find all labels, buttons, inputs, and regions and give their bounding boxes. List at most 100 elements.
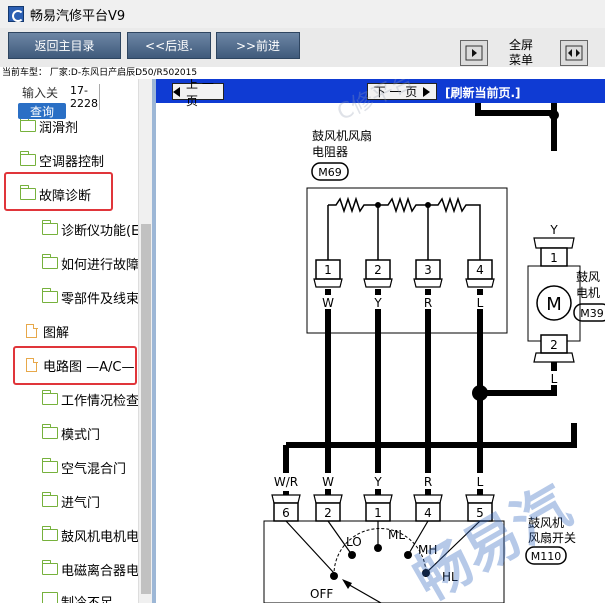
motor-connector-label: M39 xyxy=(580,307,604,320)
resistor-pin-1: 1 xyxy=(324,263,332,277)
wire-color-label: W xyxy=(322,296,334,310)
resistor-pin-3: 3 xyxy=(424,263,432,277)
folder-icon xyxy=(41,424,58,439)
folder-icon xyxy=(41,288,58,303)
tree-item-intake-door[interactable]: 进气门 xyxy=(41,490,101,512)
switch-wiper-arrow xyxy=(342,579,352,589)
switch-pin-6: 6 xyxy=(282,506,290,520)
tree-item-label: 空气混合门 xyxy=(61,461,127,477)
motor-pin-top: 1 xyxy=(550,251,558,265)
tree-item-blower-motor[interactable]: 鼓风机电机电 xyxy=(41,524,140,546)
forward-button[interactable]: >>前进 xyxy=(216,32,300,59)
top-wire xyxy=(475,103,557,116)
tree-item-label: 如何进行故障 xyxy=(61,257,140,273)
folder-icon xyxy=(41,458,58,473)
resistor-coils xyxy=(327,196,481,248)
resistor-pins xyxy=(313,259,495,288)
resistor-leads xyxy=(327,248,481,260)
tree-item-label: 制冷不足 xyxy=(61,592,113,603)
motor-return-wire xyxy=(480,362,557,396)
tree-item-label: 润滑剂 xyxy=(39,120,79,134)
tree-item-insufficient-cooling[interactable]: 制冷不足 xyxy=(42,592,113,603)
tree-item-label: 电磁离合器电 xyxy=(61,563,140,579)
tree-item-label: 零部件及线束 xyxy=(61,291,140,307)
motor-return-wire-label: L xyxy=(551,372,558,386)
tree-item-label: 模式门 xyxy=(61,427,101,443)
folder-icon xyxy=(41,390,58,405)
folder-icon xyxy=(19,151,36,166)
wire-color-label: R xyxy=(424,296,432,310)
tree-item-label: 鼓风机电机电 xyxy=(61,529,140,545)
current-car-model: 当前车型： 厂家:D-东风日产启辰D50/R502015 xyxy=(0,67,605,79)
switch-pin-4: 4 xyxy=(424,506,432,520)
tree-item-label: 图解 xyxy=(43,325,70,341)
resistor-junction-dot xyxy=(375,202,381,208)
app-logo-icon xyxy=(8,6,24,22)
tree-item-operation-check[interactable]: 工作情况检查 xyxy=(41,388,140,410)
title-bar: 畅易汽修平台V9 xyxy=(0,0,605,28)
tree-item-label: 诊断仪功能(E xyxy=(61,223,140,239)
window-title: 畅易汽修平台V9 xyxy=(30,8,126,24)
tree-item-lubricant[interactable]: 润滑剂 xyxy=(20,119,78,133)
prev-page-button[interactable]: 上 一 页 xyxy=(172,79,224,108)
folder-icon xyxy=(41,492,58,507)
scrollbar-thumb[interactable] xyxy=(141,224,151,594)
tree-item-magnet-clutch[interactable]: 电磁离合器电 xyxy=(41,558,140,580)
back-button[interactable]: <<后退. xyxy=(127,32,211,59)
fullscreen-menu-label: 全屏 菜单 xyxy=(506,38,536,68)
folder-icon xyxy=(41,560,58,575)
search-input[interactable]: 17-2228 xyxy=(70,84,100,110)
wire-color-label-lower-5: L xyxy=(477,475,484,489)
switch-wiper xyxy=(345,582,382,603)
wire-color-label-lower: W/R xyxy=(274,475,298,489)
position-off: OFF xyxy=(310,587,333,601)
resistor-title-line1: 鼓风机风扇 xyxy=(312,128,372,143)
fullscreen-button[interactable] xyxy=(560,40,588,66)
resistor-junction-dot xyxy=(425,202,431,208)
highlight-box-diagnosis xyxy=(4,172,113,211)
sidebar-scrollbar[interactable] xyxy=(138,79,152,603)
search-button[interactable]: 查询 xyxy=(18,103,66,119)
tree-item-label: 工作情况检查 xyxy=(61,393,140,409)
position-lo: LO xyxy=(346,535,362,549)
tree-item-mode-door[interactable]: 模式门 xyxy=(41,422,101,444)
wire-color-label-lower-3: Y xyxy=(373,475,382,489)
fullscreen-label-line2: 菜单 xyxy=(508,53,533,67)
home-button[interactable]: 返回主目录 xyxy=(8,32,121,59)
folder-icon xyxy=(42,592,58,603)
sidebar-tree: 输入关 17-2228 查询 润滑剂 空调器控制 故障诊断 诊断仪功能(E 如何… xyxy=(0,79,152,603)
wire-color-label: Y xyxy=(373,296,382,310)
folder-icon xyxy=(41,526,58,541)
tree-item-air-mix-door[interactable]: 空气混合门 xyxy=(41,456,127,478)
arrow-right-icon xyxy=(423,86,431,97)
motor-pin-bottom-shroud xyxy=(533,352,575,363)
upper-wires xyxy=(325,289,483,418)
motor-pin-bottom: 2 xyxy=(550,338,558,352)
tree-item-diag-tool[interactable]: 诊断仪功能(E xyxy=(41,218,140,240)
motor-pin-top-shroud xyxy=(533,237,575,249)
folder-icon xyxy=(41,220,58,235)
document-icon xyxy=(26,323,38,338)
document-viewer: 上 一 页 下 一 页 [刷新当前页.] 鼓风机风扇 电阻器 M69 1 2 3… xyxy=(156,79,605,603)
resistor-pin-2: 2 xyxy=(374,263,382,277)
tree-item-ac-control[interactable]: 空调器控制 xyxy=(19,149,104,171)
tree-item-how-to-troubleshoot[interactable]: 如何进行故障 xyxy=(41,252,140,274)
resistor-pin-4: 4 xyxy=(476,263,484,277)
refresh-page-link[interactable]: [刷新当前页.] xyxy=(445,84,521,101)
splice-dot xyxy=(472,385,488,401)
motor-symbol: M xyxy=(546,294,562,315)
expand-panel-button[interactable] xyxy=(460,40,488,66)
wire-color-label: L xyxy=(477,296,484,310)
tree-item-label: 进气门 xyxy=(61,495,101,511)
switch-pin-2: 2 xyxy=(324,506,332,520)
switch-contact-lo xyxy=(348,551,356,559)
folder-icon xyxy=(20,119,36,132)
arrow-left-icon xyxy=(173,86,180,97)
wire-color-label-lower-4: R xyxy=(424,475,432,489)
position-ml: ML xyxy=(388,528,405,542)
tree-item-components[interactable]: 零部件及线束 xyxy=(41,286,140,308)
tree-item-illustration[interactable]: 图解 xyxy=(26,320,69,342)
resistor-connector-label: M69 xyxy=(318,166,342,179)
wire-color-label-lower-2: W xyxy=(322,475,334,489)
switch-pin-1: 1 xyxy=(374,506,382,520)
